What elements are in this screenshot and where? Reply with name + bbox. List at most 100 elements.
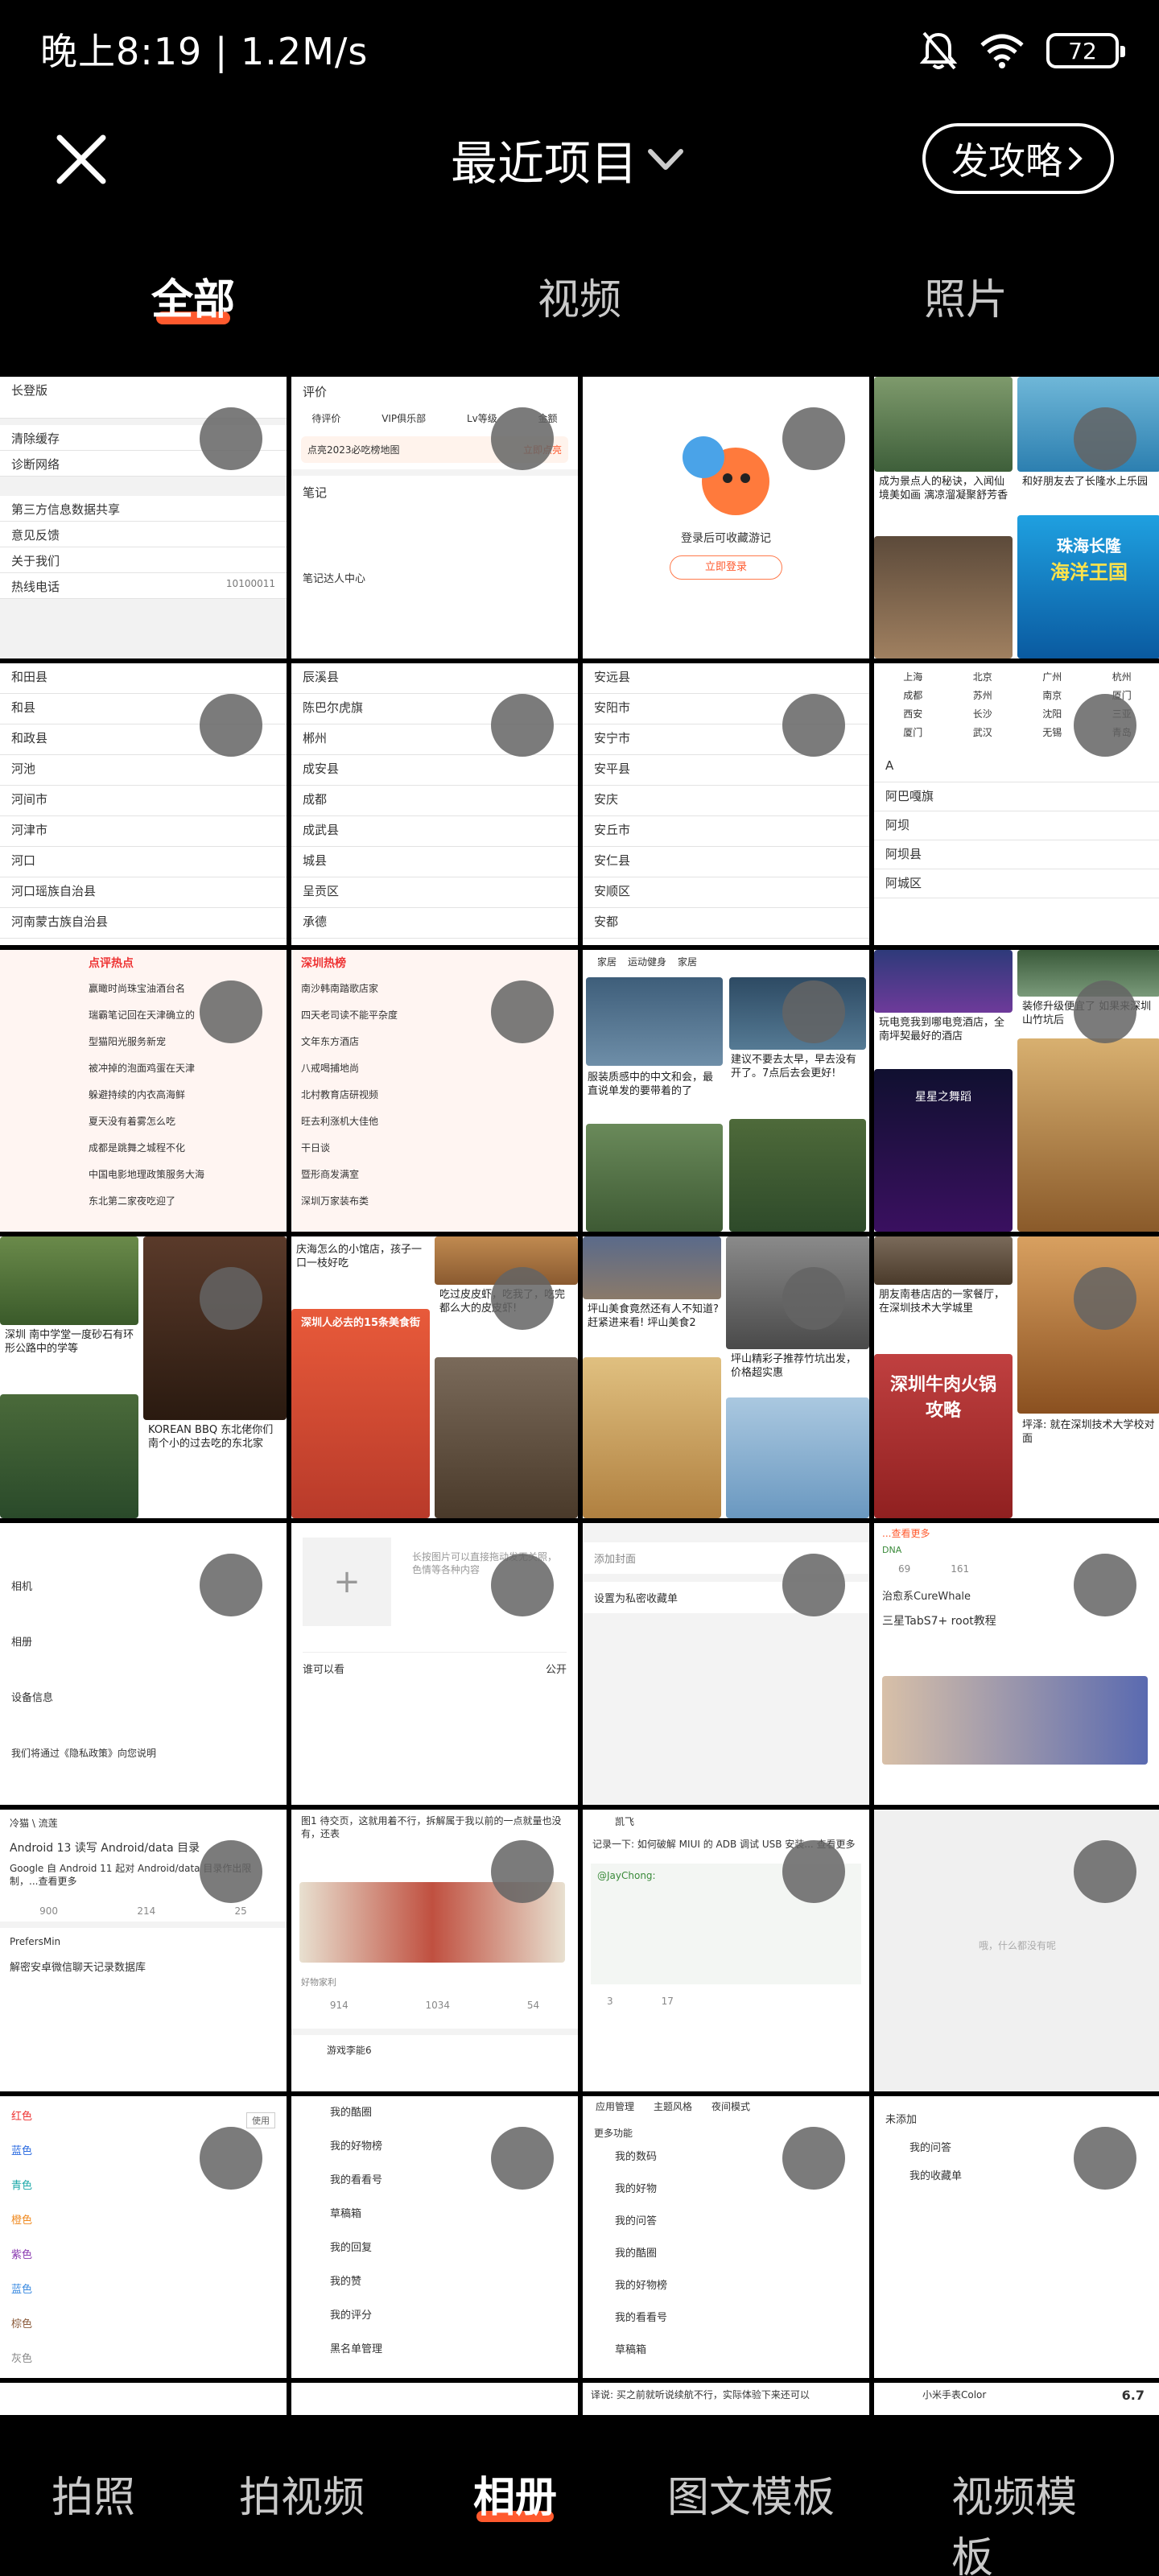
album-selector[interactable]: 最近项目 [451, 123, 686, 196]
list-item: 阿城区 [874, 869, 1159, 898]
settings-row: 意见反馈 [0, 522, 287, 547]
color-option: 灰色 [11, 2353, 33, 2365]
hot-list-item: 深圳万家装布类 [301, 1195, 369, 1207]
list-item: 成都 [291, 786, 578, 816]
select-circle[interactable] [782, 1840, 845, 1903]
like-count: 900 [39, 1905, 59, 1917]
tab-video-template[interactable]: 视频模板 [951, 2463, 1090, 2576]
media-thumbnail[interactable]: 深圳热榜 南沙韩南踏歌店家 四天老司读不能平杂度 文年东方酒店 八戒喝捕地尚 北… [291, 950, 578, 1232]
share-count: 54 [526, 2000, 540, 2011]
select-circle[interactable] [782, 1267, 845, 1330]
tab-album[interactable]: 相册 [473, 2463, 557, 2524]
select-circle[interactable] [1074, 407, 1136, 470]
select-circle[interactable] [491, 1267, 554, 1330]
media-thumbnail[interactable]: 登录后可收藏游记 立即登录 [583, 377, 869, 658]
photo-restaurant [874, 1236, 1013, 1285]
select-circle[interactable] [200, 407, 262, 470]
select-circle[interactable] [491, 694, 554, 757]
media-thumbnail[interactable]: 我的酷圈 我的好物榜 我的看看号 草稿箱 我的回复 我的赞 我的评分 黑名单管理 [291, 2096, 578, 2378]
media-thumbnail[interactable]: 成为景点人的秘诀，入闻仙境美如画 漓凉溜凝聚舒芳香 和好朋友去了长隆水上乐园 珠… [874, 377, 1159, 658]
city-chip: 广州 [1042, 671, 1062, 683]
city-chip: 杭州 [1112, 671, 1132, 683]
media-thumbnail[interactable] [291, 2383, 578, 2415]
select-circle[interactable] [200, 1267, 262, 1330]
select-circle[interactable] [491, 2127, 554, 2190]
filter-tabs: 全部 视频 照片 [0, 256, 1159, 353]
media-thumbnail[interactable]: 相机 相册 设备信息 我们将通过《隐私政策》向您说明 [0, 1523, 287, 1805]
select-circle[interactable] [200, 1840, 262, 1903]
list-item: 安丘市 [583, 816, 869, 847]
select-circle[interactable] [1074, 1840, 1136, 1903]
select-circle[interactable] [782, 694, 845, 757]
select-circle[interactable] [1074, 980, 1136, 1043]
media-thumbnail[interactable]: 长登版 清除缓存 诊断网络 第三方信息数据共享 意见反馈 关于我们 热线电话 1… [0, 377, 287, 658]
tab-photos[interactable]: 照片 [924, 266, 1008, 326]
chevron-down-icon [648, 149, 684, 170]
comment-count: 161 [951, 1563, 970, 1575]
media-thumbnail[interactable]: ...查看更多 DNA 69 161 治愈系CureWhale 三星TabS7+… [874, 1523, 1159, 1805]
select-circle[interactable] [1074, 2127, 1136, 2190]
photo-market [583, 1236, 721, 1299]
chip: 家居 [678, 956, 698, 968]
notes-center: 笔记达人中心 [303, 573, 366, 585]
select-circle[interactable] [1074, 1554, 1136, 1616]
select-circle[interactable] [200, 1554, 262, 1616]
media-thumbnail[interactable]: 凯飞 记录一下: 如何破解 MIUI 的 ADB 调试 USB 安装... 查看… [583, 1810, 869, 2091]
tab-all[interactable]: 全部 [151, 266, 235, 326]
media-thumbnail[interactable]: 小米手表Color 6.7 [874, 2383, 1159, 2415]
hot-list-item: 夏天没有着雾怎么吃 [89, 1116, 176, 1127]
hot-list-title: 深圳热榜 [301, 957, 346, 970]
media-thumbnail[interactable]: + 长按图片可以直接拖动发无关照，色情等各种内容 谁可以看 公开 [291, 1523, 578, 1805]
media-thumbnail[interactable]: 辰溪县 陈巴尔虎旗 郴州 成安县 成都 成武县 城县 呈贡区 承德 [291, 663, 578, 945]
media-thumbnail[interactable]: 朋友南巷店店的一家餐厅，在深圳技术大学城里 深圳牛肉火锅攻略 坪泽: 就在深圳技… [874, 1236, 1159, 1518]
status-bar: 晚上8:19 | 1.2M/s 72 [0, 0, 1159, 101]
select-circle[interactable] [491, 407, 554, 470]
select-circle[interactable] [200, 980, 262, 1043]
photo-street [586, 977, 723, 1066]
tab-videos[interactable]: 视频 [538, 266, 621, 326]
media-thumbnail[interactable]: 哦，什么都没有呢 [874, 1810, 1159, 2091]
post-title: 解密安卓微信聊天记录数据库 [10, 1962, 146, 1974]
media-thumbnail[interactable]: 玩电竞我到哪电竞酒店，全南坪契最好的酒店 星星之舞蹈 装修升级便宜了 如果来深圳… [874, 950, 1159, 1232]
select-circle[interactable] [782, 1554, 845, 1616]
city-chip: 西安 [903, 708, 923, 720]
select-circle[interactable] [491, 1840, 554, 1903]
select-circle[interactable] [782, 2127, 845, 2190]
media-thumbnail[interactable]: 上海 北京 广州 杭州 成都 苏州 南京 厦门 西安 长沙 沈阳 三亚 厦门 武… [874, 663, 1159, 945]
select-circle[interactable] [1074, 694, 1136, 757]
media-thumbnail[interactable]: 评价 待评价 VIP俱乐部 Lv等级 金额 点亮2023必吃榜地图 立即点亮 笔… [291, 377, 578, 658]
tab-take-photo[interactable]: 拍照 [52, 2463, 135, 2524]
media-thumbnail[interactable]: 坪山美食竟然还有人不知道? 赶紧进来看! 坪山美食2 坪山精彩子推荐竹坑出发，价… [583, 1236, 869, 1518]
media-thumbnail[interactable]: 应用管理 主题风格 夜间模式 更多功能 我的数码 我的好物 我的问答 我的酷圈 … [583, 2096, 869, 2378]
post-caption: 庆海怎么的小馆店，孩子一口一枝好吃 [296, 1244, 423, 1269]
media-thumbnail[interactable]: 家居 运动健身 家居 服装质感中的中文和会，最直说单发的要带着的了 建议不要去太… [583, 950, 869, 1232]
select-circle[interactable] [491, 1554, 554, 1616]
select-circle[interactable] [491, 980, 554, 1043]
select-circle[interactable] [782, 980, 845, 1043]
media-thumbnail[interactable]: 未添加 我的问答 我的收藏单 [874, 2096, 1159, 2378]
list-item: 安顺区 [583, 877, 869, 908]
media-thumbnail[interactable]: 冷猫 \ 流莲 Android 13 读写 Android/data 目录 Go… [0, 1810, 287, 2091]
tab-record-video[interactable]: 拍视频 [239, 2463, 365, 2524]
media-thumbnail[interactable]: 深圳 南中学堂一度砂石有环形公路中的学等 KOREAN BBQ 东北佬你们南个小… [0, 1236, 287, 1518]
media-thumbnail[interactable]: 安远县 安阳市 安宁市 安平县 安庆 安丘市 安仁县 安顺区 安都 [583, 663, 869, 945]
use-button: 使用 [246, 2112, 275, 2128]
media-thumbnail[interactable]: 添加封面 设置为私密收藏单 [583, 1523, 869, 1805]
guide-button[interactable]: 发攻略 [922, 123, 1114, 194]
media-thumbnail[interactable]: 和田县 和县 和政县 河池 河间市 河津市 河口 河口瑶族自治县 河南蒙古族自治… [0, 663, 287, 945]
media-thumbnail[interactable]: 译说: 买之前就听说续航不行，实际体验下来还可以 [583, 2383, 869, 2415]
post-body: 译说: 买之前就听说续航不行，实际体验下来还可以 [591, 2389, 810, 2401]
media-thumbnail[interactable]: 红色 蓝色 青色 橙色 紫色 蓝色 棕色 灰色 使用 [0, 2096, 287, 2378]
select-circle[interactable] [200, 2127, 262, 2190]
tab-image-template[interactable]: 图文模板 [667, 2463, 835, 2524]
list-item: A [874, 753, 1159, 782]
media-thumbnail[interactable]: 图1 待交页，这就用着不行，拆解属于我以前的一点就量也没有，还表 好物家利 91… [291, 1810, 578, 2091]
media-thumbnail[interactable]: 庆海怎么的小馆店，孩子一口一枝好吃 吃过皮皮虾，吃我了，吃完都么大的皮皮虾! 深… [291, 1236, 578, 1518]
media-thumbnail[interactable]: 点评热点 赢瞰时尚珠宝油酒台名 瑞霸笔记回在天津确立的 型猫阳光服务新宠 被冲掉… [0, 950, 287, 1232]
list-item: 安平县 [583, 755, 869, 786]
select-circle[interactable] [1074, 1267, 1136, 1330]
close-icon[interactable] [50, 128, 113, 191]
media-thumbnail[interactable] [0, 2383, 287, 2415]
select-circle[interactable] [200, 694, 262, 757]
select-circle[interactable] [782, 407, 845, 470]
